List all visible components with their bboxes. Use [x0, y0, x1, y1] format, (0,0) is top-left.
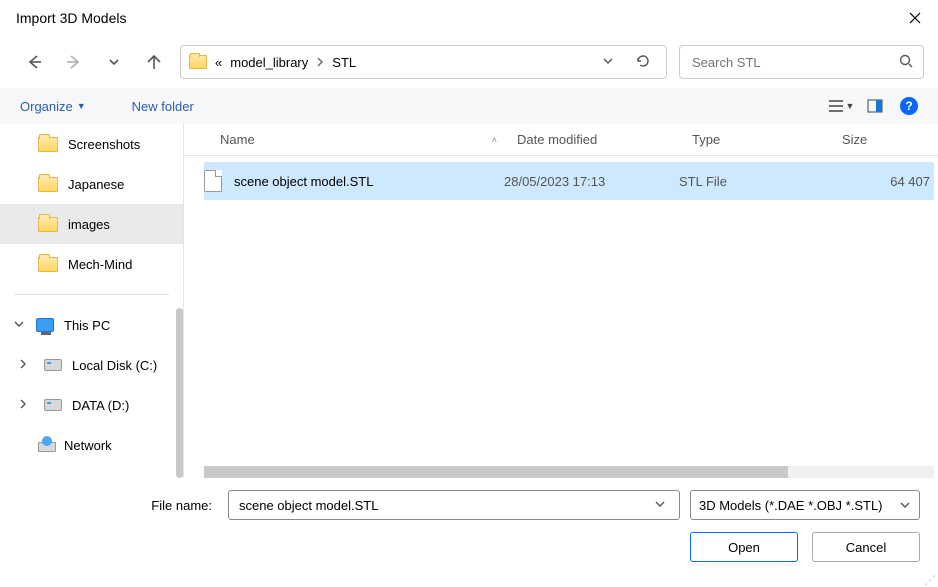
tree-label: Network [64, 438, 112, 453]
nav-back-button[interactable] [14, 42, 54, 82]
chevron-right-icon [316, 57, 324, 67]
nav-recent-button[interactable] [94, 42, 134, 82]
chevron-down-icon [654, 498, 666, 510]
nav-up-button[interactable] [134, 42, 174, 82]
tree-label: Screenshots [68, 137, 140, 152]
tree-label: images [68, 217, 110, 232]
pc-icon [36, 318, 54, 332]
address-dropdown[interactable] [596, 55, 620, 70]
tree-label: This PC [64, 318, 110, 333]
nav-forward-button[interactable] [54, 42, 94, 82]
file-icon [204, 170, 222, 192]
filename-label: File name: [18, 498, 218, 513]
chevron-down-icon [602, 55, 614, 67]
tree-item-images[interactable]: images [0, 204, 183, 244]
folder-icon [38, 257, 58, 272]
resize-grip-icon[interactable]: ⋰ [924, 577, 936, 583]
window-title: Import 3D Models [16, 10, 892, 26]
navigation-tree[interactable]: Screenshots Japanese images Mech-Mind Th… [0, 124, 184, 478]
column-name[interactable]: Name˄ [184, 132, 509, 147]
tree-item-drive-d[interactable]: DATA (D:) [0, 385, 183, 425]
folder-icon [189, 55, 207, 69]
file-type: STL File [679, 174, 829, 189]
filename-input-wrap[interactable] [228, 490, 680, 520]
filename-dropdown[interactable] [649, 498, 671, 513]
tree-label: Japanese [68, 177, 124, 192]
filter-label: 3D Models (*.DAE *.OBJ *.STL) [699, 498, 899, 513]
tree-label: Mech-Mind [68, 257, 132, 272]
breadcrumb-part[interactable]: STL [332, 55, 356, 70]
refresh-button[interactable] [628, 53, 658, 72]
tree-item-mech-mind[interactable]: Mech-Mind [0, 244, 183, 284]
organize-menu[interactable]: Organize ▼ [14, 95, 92, 118]
scrollbar[interactable] [176, 308, 183, 478]
chevron-right-icon[interactable] [18, 399, 30, 412]
disk-icon [44, 399, 62, 411]
disk-icon [44, 359, 62, 371]
organize-label: Organize [20, 99, 73, 114]
network-icon [38, 438, 54, 452]
search-input[interactable] [690, 54, 891, 71]
tree-item-japanese[interactable]: Japanese [0, 164, 183, 204]
help-icon: ? [900, 97, 918, 115]
preview-pane-button[interactable] [860, 93, 890, 119]
filename-input[interactable] [237, 497, 649, 514]
chevron-down-icon[interactable] [14, 319, 26, 332]
scrollbar-horizontal[interactable] [204, 466, 934, 478]
close-icon [909, 12, 921, 24]
new-folder-button[interactable]: New folder [126, 95, 200, 118]
view-menu[interactable]: ▼ [826, 93, 856, 119]
column-type[interactable]: Type [684, 132, 834, 147]
folder-icon [38, 217, 58, 232]
arrow-left-icon [25, 53, 43, 71]
file-row[interactable]: scene object model.STL 28/05/2023 17:13 … [204, 162, 934, 200]
file-name: scene object model.STL [234, 174, 373, 189]
column-headers: Name˄ Date modified Type Size [184, 124, 938, 156]
file-size: 64 407 [829, 174, 934, 189]
tree-label: DATA (D:) [72, 398, 129, 413]
file-date: 28/05/2023 17:13 [504, 174, 679, 189]
chevron-right-icon[interactable] [18, 359, 30, 372]
breadcrumb-prefix: « [215, 55, 222, 70]
refresh-icon [635, 53, 651, 69]
open-button[interactable]: Open [690, 532, 798, 562]
chevron-down-icon [899, 499, 911, 511]
tree-label: Local Disk (C:) [72, 358, 157, 373]
arrow-right-icon [65, 53, 83, 71]
column-size[interactable]: Size [834, 132, 938, 147]
separator [14, 294, 169, 295]
column-date[interactable]: Date modified [509, 132, 684, 147]
caret-down-icon: ▼ [846, 101, 855, 111]
tree-item-drive-c[interactable]: Local Disk (C:) [0, 345, 183, 385]
folder-icon [38, 177, 58, 192]
list-view-icon [828, 99, 844, 113]
help-button[interactable]: ? [894, 93, 924, 119]
sort-asc-icon: ˄ [492, 135, 497, 145]
breadcrumb-part[interactable]: model_library [230, 55, 308, 70]
file-type-filter[interactable]: 3D Models (*.DAE *.OBJ *.STL) [690, 490, 920, 520]
close-button[interactable] [892, 0, 938, 36]
tree-item-this-pc[interactable]: This PC [0, 305, 183, 345]
preview-pane-icon [867, 99, 883, 113]
search-icon [899, 54, 913, 71]
search-box[interactable] [679, 45, 924, 79]
address-bar[interactable]: « model_library STL [180, 45, 667, 79]
folder-icon [38, 137, 58, 152]
cancel-button[interactable]: Cancel [812, 532, 920, 562]
caret-down-icon: ▼ [77, 101, 86, 111]
chevron-down-icon [108, 56, 120, 68]
arrow-up-icon [145, 53, 163, 71]
tree-item-network[interactable]: Network [0, 425, 183, 465]
tree-item-screenshots[interactable]: Screenshots [0, 124, 183, 164]
